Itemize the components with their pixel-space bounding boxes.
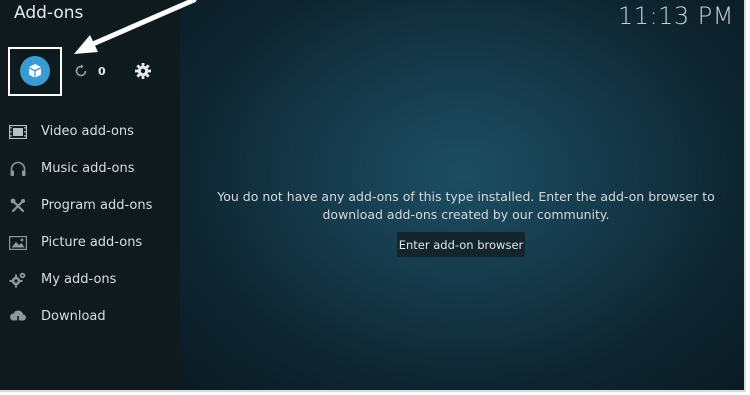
- gear-icon[interactable]: [134, 62, 152, 84]
- sidebar-item-label: Download: [41, 309, 106, 324]
- update-count: 0: [98, 65, 106, 78]
- sidebar-item-video-addons[interactable]: Video add-ons: [0, 113, 180, 150]
- kodi-screen: Add-ons 11:13 PM 0 Video add-ons Music a…: [0, 0, 746, 392]
- cloud-download-icon: [9, 308, 27, 326]
- tools-icon: [9, 197, 27, 215]
- headphones-icon: [9, 160, 27, 178]
- open-box-icon[interactable]: [20, 56, 50, 86]
- enter-addon-browser-button[interactable]: Enter add-on browser: [397, 232, 525, 257]
- clock: 11:13 PM: [618, 2, 734, 30]
- sidebar-item-label: Program add-ons: [41, 198, 153, 213]
- sidebar-item-music-addons[interactable]: Music add-ons: [0, 150, 180, 187]
- sidebar-item-label: My add-ons: [41, 272, 117, 287]
- gears-icon: [9, 271, 27, 289]
- film-icon: [9, 123, 27, 141]
- sidebar-item-download[interactable]: Download: [0, 298, 180, 335]
- annotation-arrow-icon: [74, 0, 197, 54]
- sidebar-menu: Video add-ons Music add-ons Program add-…: [0, 113, 180, 335]
- refresh-icon[interactable]: [74, 63, 88, 82]
- sidebar-item-label: Picture add-ons: [41, 235, 143, 250]
- empty-state-message: You do not have any add-ons of this type…: [217, 189, 715, 222]
- sidebar-item-label: Music add-ons: [41, 161, 135, 176]
- sidebar-item-my-addons[interactable]: My add-ons: [0, 261, 180, 298]
- sidebar-item-program-addons[interactable]: Program add-ons: [0, 187, 180, 224]
- image-icon: [9, 234, 27, 252]
- sidebar-item-picture-addons[interactable]: Picture add-ons: [0, 224, 180, 261]
- sidebar-item-label: Video add-ons: [41, 124, 134, 139]
